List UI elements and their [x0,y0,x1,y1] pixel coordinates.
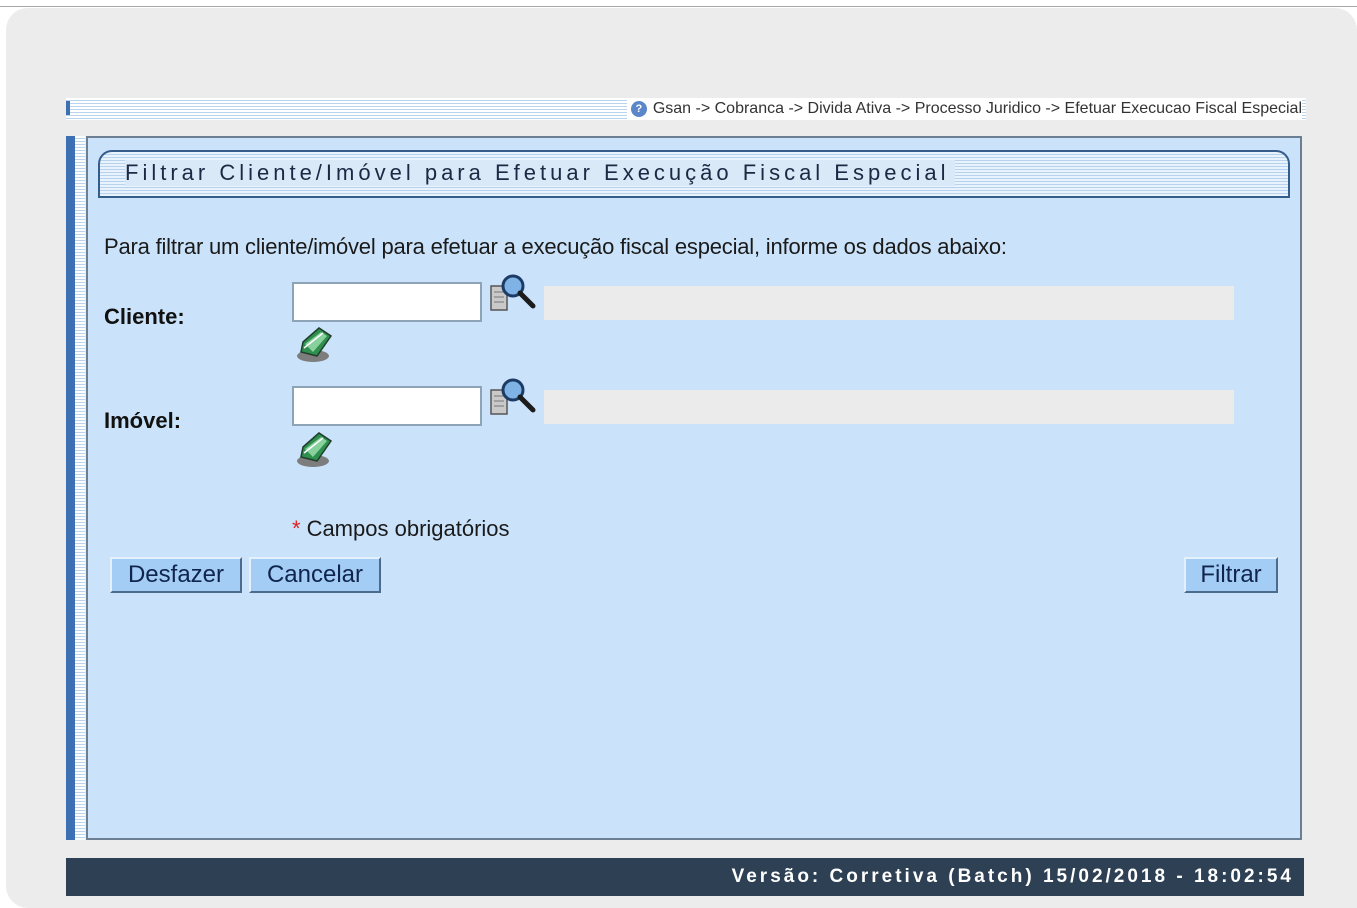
breadcrumb: ? Gsan -> Cobranca -> Divida Ativa -> Pr… [626,98,1302,120]
version-footer: Versão: Corretiva (Batch) 15/02/2018 - 1… [66,858,1304,896]
left-stripe [66,136,75,840]
imovel-eraser-icon[interactable] [293,429,337,471]
imovel-search-icon[interactable] [489,374,537,418]
cliente-eraser-icon[interactable] [293,324,337,366]
imovel-input[interactable] [292,386,482,426]
required-note-text: Campos obrigatórios [306,516,510,541]
imovel-label: Imóvel: [104,408,182,433]
filtrar-button[interactable]: Filtrar [1184,557,1278,593]
cliente-label: Cliente: [104,304,185,329]
left-stripe-pattern [75,136,85,840]
required-fields-note: * Campos obrigatórios [292,516,510,542]
desfazer-button[interactable]: Desfazer [110,557,242,593]
cancelar-button[interactable]: Cancelar [249,557,381,593]
cliente-description-field [544,286,1234,320]
breadcrumb-marker [66,101,70,115]
cliente-input[interactable] [292,282,482,322]
breadcrumb-text: Gsan -> Cobranca -> Divida Ativa -> Proc… [652,100,1302,117]
page-title: Filtrar Cliente/Imóvel para Efetuar Exec… [125,160,956,186]
required-asterisk: * [292,516,301,541]
cliente-search-icon[interactable] [489,270,537,314]
imovel-description-field [544,390,1234,424]
instructions-text: Para filtrar um cliente/imóvel para efet… [104,234,1007,259]
top-rule [0,0,1357,7]
help-icon[interactable]: ? [630,101,647,117]
